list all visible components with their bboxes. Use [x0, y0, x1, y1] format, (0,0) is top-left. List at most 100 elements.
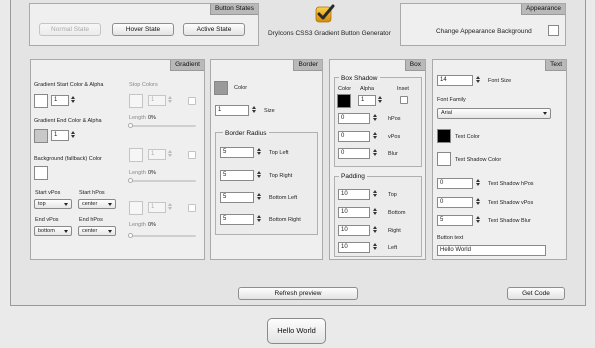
stop-1-checkbox[interactable]: [188, 97, 196, 105]
end-hpos-value: center: [82, 228, 98, 234]
end-vpos-value: bottom: [38, 228, 55, 234]
active-state-button[interactable]: Active State: [183, 23, 245, 36]
end-hpos-select[interactable]: center: [78, 226, 116, 236]
box-shadow-alpha-input[interactable]: 1: [358, 95, 376, 106]
box-shadow-inset-checkbox[interactable]: [400, 96, 408, 104]
stop-colors-label: Stop Colors: [129, 82, 158, 88]
text-shadow-blur-input[interactable]: 5: [437, 215, 473, 226]
padding-title: Padding: [339, 173, 367, 180]
border-panel: Border Color 1 Size Border Radius 5 Top …: [210, 59, 323, 260]
change-background-label: Change Appearance Background: [436, 28, 532, 35]
refresh-preview-button[interactable]: Refresh preview: [238, 287, 358, 300]
font-size-stepper[interactable]: [475, 75, 481, 86]
box-panel: Box Box Shadow Color Alpha Inset 1 0 hPo…: [329, 59, 426, 260]
chevron-down-icon: [108, 203, 112, 206]
gradient-end-swatch[interactable]: [34, 129, 48, 143]
padding-top-input[interactable]: 10: [338, 189, 370, 200]
box-shadow-color-swatch[interactable]: [337, 94, 351, 108]
stop-3-slider-handle[interactable]: [128, 233, 133, 238]
gradient-panel: Gradient Gradient Start Color & Alpha 1 …: [30, 59, 205, 260]
radius-bottom-left-stepper[interactable]: [256, 192, 262, 203]
gradient-end-alpha[interactable]: 1: [51, 130, 69, 141]
box-shadow-blur-input[interactable]: 0: [338, 148, 370, 159]
gradient-start-swatch[interactable]: [34, 94, 48, 108]
stop-1-length-value: 0%: [148, 115, 156, 121]
gradient-start-alpha[interactable]: 1: [51, 95, 69, 106]
padding-bottom-stepper[interactable]: [372, 207, 378, 218]
padding-top-stepper[interactable]: [372, 189, 378, 200]
stop-3-alpha[interactable]: 1: [148, 202, 166, 213]
padding-bottom-input[interactable]: 10: [338, 207, 370, 218]
preview-button[interactable]: Hello World: [267, 318, 326, 344]
start-hpos-select[interactable]: center: [78, 199, 116, 209]
text-shadow-hpos-input[interactable]: 0: [437, 178, 473, 189]
text-color-swatch[interactable]: [437, 129, 451, 143]
get-code-button[interactable]: Get Code: [507, 287, 565, 300]
radius-bottom-left-input[interactable]: 5: [220, 192, 254, 203]
radius-bottom-left-label: Bottom Left: [269, 195, 298, 201]
radius-bottom-right-stepper[interactable]: [256, 214, 262, 225]
normal-state-button[interactable]: Normal State: [39, 23, 101, 36]
box-shadow-title: Box Shadow: [339, 75, 380, 82]
radius-bottom-right-input[interactable]: 5: [220, 214, 254, 225]
chevron-down-icon: [543, 112, 547, 115]
stop-1-alpha[interactable]: 1: [148, 95, 166, 106]
border-size-stepper[interactable]: [251, 105, 257, 116]
start-vpos-label: Start vPos: [35, 190, 61, 196]
radius-top-right-input[interactable]: 5: [220, 170, 254, 181]
text-shadow-hpos-stepper[interactable]: [475, 178, 481, 189]
text-shadow-color-swatch[interactable]: [437, 152, 451, 166]
box-shadow-hpos-input[interactable]: 0: [338, 113, 370, 124]
stop-2-checkbox[interactable]: [188, 151, 196, 159]
stop-1-length-slider[interactable]: [130, 125, 196, 127]
box-shadow-hpos-stepper[interactable]: [372, 113, 378, 124]
stop-3-swatch[interactable]: [129, 201, 143, 215]
appearance-bg-swatch[interactable]: [548, 25, 559, 36]
radius-top-left-label: Top Left: [269, 150, 289, 156]
radius-top-left-stepper[interactable]: [256, 147, 262, 158]
gradient-start-alpha-stepper[interactable]: [70, 95, 76, 106]
box-shadow-vpos-input[interactable]: 0: [338, 131, 370, 142]
stop-3-length-slider[interactable]: [130, 235, 196, 237]
stop-2-swatch[interactable]: [129, 148, 143, 162]
hover-state-button[interactable]: Hover State: [112, 23, 174, 36]
font-size-input[interactable]: 14: [437, 75, 473, 86]
padding-left-stepper[interactable]: [372, 242, 378, 253]
text-shadow-blur-stepper[interactable]: [475, 215, 481, 226]
stop-1-slider-handle[interactable]: [128, 123, 133, 128]
stop-1-swatch[interactable]: [129, 94, 143, 108]
checkmark-logo-icon: [315, 4, 335, 24]
gradient-end-label: Gradient End Color & Alpha: [34, 118, 102, 124]
button-text-input[interactable]: Hello World: [437, 245, 546, 256]
font-family-value: Arial: [441, 110, 453, 116]
background-color-swatch[interactable]: [34, 166, 48, 180]
box-shadow-vpos-stepper[interactable]: [372, 131, 378, 142]
padding-right-stepper[interactable]: [372, 225, 378, 236]
text-shadow-vpos-stepper[interactable]: [475, 197, 481, 208]
box-shadow-hpos-label: hPos: [388, 116, 401, 122]
text-shadow-vpos-input[interactable]: 0: [437, 197, 473, 208]
gradient-end-alpha-stepper[interactable]: [70, 130, 76, 141]
gradient-start-label: Gradient Start Color & Alpha: [34, 82, 104, 88]
radius-top-right-stepper[interactable]: [256, 170, 262, 181]
stop-2-alpha-stepper[interactable]: [167, 149, 173, 160]
end-vpos-select[interactable]: bottom: [34, 226, 72, 236]
stop-2-slider-handle[interactable]: [128, 178, 133, 183]
radius-bottom-right-label: Bottom Right: [269, 217, 301, 223]
stop-2-alpha[interactable]: 1: [148, 149, 166, 160]
border-color-swatch[interactable]: [214, 81, 228, 95]
stop-3-alpha-stepper[interactable]: [167, 202, 173, 213]
border-size-input[interactable]: 1: [215, 105, 249, 116]
padding-left-input[interactable]: 10: [338, 242, 370, 253]
text-title: Text: [545, 60, 566, 71]
box-shadow-blur-stepper[interactable]: [372, 148, 378, 159]
stop-3-checkbox[interactable]: [188, 204, 196, 212]
stop-2-length-slider[interactable]: [130, 180, 196, 182]
box-shadow-alpha-stepper[interactable]: [377, 95, 383, 106]
radius-top-left-input[interactable]: 5: [220, 147, 254, 158]
border-radius-title: Border Radius: [223, 130, 269, 137]
font-family-select[interactable]: Arial: [437, 108, 551, 119]
padding-right-input[interactable]: 10: [338, 225, 370, 236]
start-vpos-select[interactable]: top: [34, 199, 72, 209]
stop-1-alpha-stepper[interactable]: [167, 95, 173, 106]
